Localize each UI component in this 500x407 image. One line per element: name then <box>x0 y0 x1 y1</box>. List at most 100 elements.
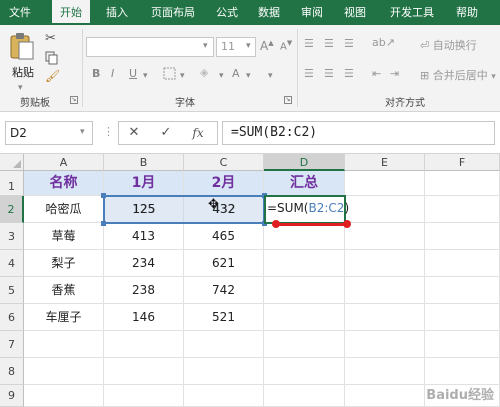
table-cell-name[interactable]: 香蕉 <box>24 277 104 304</box>
bottom-align-icon[interactable]: ☰ <box>344 37 354 50</box>
cut-icon[interactable]: ✂ <box>45 31 56 46</box>
empty-cell[interactable] <box>264 358 345 385</box>
empty-cell[interactable] <box>24 385 104 407</box>
tab-file[interactable]: 文件 <box>0 0 40 25</box>
empty-cell[interactable] <box>345 304 425 331</box>
clipboard-launcher-icon[interactable]: ↘ <box>70 96 78 104</box>
empty-cell[interactable] <box>425 171 500 196</box>
row-header-5[interactable]: 5 <box>0 277 24 304</box>
table-cell-name[interactable]: 梨子 <box>24 250 104 277</box>
table-cell-feb[interactable]: 432 <box>184 196 264 223</box>
empty-cell[interactable] <box>104 358 184 385</box>
column-header-e[interactable]: E <box>345 154 425 171</box>
top-align-icon[interactable]: ☰ <box>304 37 316 50</box>
empty-cell[interactable] <box>345 331 425 358</box>
column-header-b[interactable]: B <box>104 154 184 171</box>
cancel-icon[interactable]: ✕ <box>123 122 145 144</box>
table-cell-jan[interactable]: 146 <box>104 304 184 331</box>
header-cell-total[interactable]: 汇总 <box>264 171 345 196</box>
row-header-4[interactable]: 4 <box>0 250 24 277</box>
shrink-font-button[interactable]: A▼ <box>280 39 292 52</box>
decrease-indent-icon[interactable]: ⇤ <box>372 67 381 80</box>
enter-icon[interactable]: ✓ <box>155 122 177 144</box>
font-name-dropdown-icon[interactable]: ▾ <box>203 41 208 51</box>
column-header-f[interactable]: F <box>425 154 500 171</box>
empty-cell[interactable] <box>425 358 500 385</box>
empty-cell[interactable] <box>264 331 345 358</box>
tab-home[interactable]: 开始 <box>52 0 90 25</box>
empty-cell[interactable] <box>425 304 500 331</box>
underline-button[interactable]: U <box>129 67 137 80</box>
table-cell-feb[interactable]: 465 <box>184 223 264 250</box>
column-header-a[interactable]: A <box>24 154 104 171</box>
tab-formulas[interactable]: 公式 <box>208 0 246 25</box>
paste-dropdown-icon[interactable]: ▾ <box>18 83 23 93</box>
empty-cell[interactable] <box>345 250 425 277</box>
name-box-dropdown-icon[interactable]: ▾ <box>80 127 85 137</box>
table-cell-feb[interactable]: 742 <box>184 277 264 304</box>
table-cell-jan[interactable]: 234 <box>104 250 184 277</box>
align-left-icon[interactable]: ☰ <box>304 67 314 80</box>
empty-cell[interactable] <box>425 223 500 250</box>
empty-cell[interactable] <box>264 277 345 304</box>
bold-button[interactable]: B <box>92 67 100 80</box>
table-cell-feb[interactable]: 621 <box>184 250 264 277</box>
row-header-9[interactable]: 9 <box>0 385 24 407</box>
grow-font-button[interactable]: A▲ <box>260 39 274 53</box>
tab-page-layout[interactable]: 页面布局 <box>143 0 203 25</box>
column-header-d[interactable]: D <box>264 154 345 171</box>
font-color-button[interactable]: A <box>232 67 240 80</box>
font-launcher-icon[interactable]: ↘ <box>284 96 292 104</box>
italic-button[interactable]: I <box>111 67 114 80</box>
table-cell-jan[interactable]: 238 <box>104 277 184 304</box>
row-header-6[interactable]: 6 <box>0 304 24 331</box>
empty-cell[interactable] <box>345 385 425 407</box>
table-cell-jan[interactable]: 125 <box>104 196 184 223</box>
empty-cell[interactable] <box>264 304 345 331</box>
empty-cell[interactable] <box>184 331 264 358</box>
empty-cell[interactable] <box>425 277 500 304</box>
empty-cell[interactable] <box>184 358 264 385</box>
empty-cell[interactable] <box>104 331 184 358</box>
empty-cell[interactable] <box>345 171 425 196</box>
font-size-dropdown-icon[interactable]: ▾ <box>246 41 251 51</box>
row-header-1[interactable]: 1 <box>0 171 24 196</box>
fill-color-icon[interactable]: ◈ <box>200 66 208 79</box>
wrap-text-button[interactable]: ⏎ 自动换行 <box>420 37 477 53</box>
paste-button[interactable]: 粘贴 <box>8 31 38 81</box>
empty-cell[interactable] <box>24 358 104 385</box>
row-header-2[interactable]: 2 <box>0 196 24 223</box>
empty-cell[interactable] <box>345 196 425 223</box>
empty-cell[interactable] <box>264 250 345 277</box>
empty-cell[interactable] <box>24 331 104 358</box>
table-cell-jan[interactable]: 413 <box>104 223 184 250</box>
tab-view[interactable]: 视图 <box>336 0 374 25</box>
empty-cell[interactable] <box>345 358 425 385</box>
increase-indent-icon[interactable]: ⇥ <box>390 67 399 80</box>
row-header-8[interactable]: 8 <box>0 358 24 385</box>
row-header-7[interactable]: 7 <box>0 331 24 358</box>
table-cell-name[interactable]: 哈密瓜 <box>24 196 104 223</box>
table-cell-name[interactable]: 车厘子 <box>24 304 104 331</box>
empty-cell[interactable] <box>345 277 425 304</box>
empty-cell[interactable] <box>425 250 500 277</box>
orientation-icon[interactable]: ab↗ <box>372 36 395 49</box>
font-color-dropdown-icon[interactable]: ▾ <box>246 71 251 81</box>
empty-cell[interactable] <box>425 331 500 358</box>
border-dropdown-icon[interactable]: ▾ <box>180 71 185 81</box>
merge-center-dropdown-icon[interactable]: ▾ <box>491 72 496 82</box>
align-center-icon[interactable]: ☰ <box>324 67 334 80</box>
row-header-3[interactable]: 3 <box>0 223 24 250</box>
header-cell-feb[interactable]: 2月 <box>184 171 264 196</box>
phonetic-dropdown-icon[interactable]: ▾ <box>268 71 273 81</box>
header-cell-name[interactable]: 名称 <box>24 171 104 196</box>
empty-cell[interactable] <box>264 385 345 407</box>
tab-insert[interactable]: 插入 <box>98 0 136 25</box>
middle-align-icon[interactable]: ☰ <box>324 37 334 50</box>
tab-help[interactable]: 帮助 <box>448 0 486 25</box>
header-cell-jan[interactable]: 1月 <box>104 171 184 196</box>
empty-cell[interactable] <box>425 196 500 223</box>
empty-cell[interactable] <box>104 385 184 407</box>
column-header-c[interactable]: C <box>184 154 264 171</box>
copy-icon[interactable] <box>45 51 59 68</box>
